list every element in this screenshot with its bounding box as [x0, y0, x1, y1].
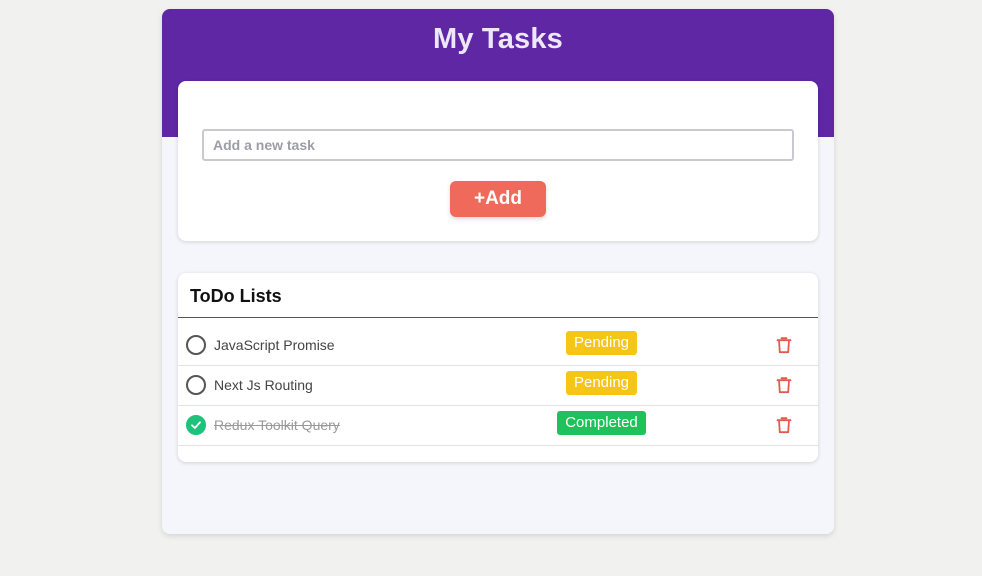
new-task-input[interactable]: [202, 129, 794, 161]
list-item: Next Js Routing Pending: [178, 365, 818, 406]
check-circle-icon[interactable]: [186, 375, 206, 395]
check-circle-icon[interactable]: [186, 415, 206, 435]
list-heading: ToDo Lists: [190, 286, 282, 306]
check-circle-icon[interactable]: [186, 335, 206, 355]
trash-icon[interactable]: [774, 415, 794, 435]
task-text: JavaScript Promise: [214, 337, 335, 353]
divider: [178, 317, 818, 318]
page-title: My Tasks: [432, 23, 564, 55]
list-item: JavaScript Promise Pending: [178, 325, 818, 366]
add-task-button[interactable]: +Add: [450, 181, 546, 217]
todo-list-card: ToDo Lists JavaScript Promise Pending Ne…: [178, 273, 818, 462]
status-badge: Pending: [565, 331, 638, 355]
trash-icon[interactable]: [774, 335, 794, 355]
task-text: Redux Toolkit Query: [214, 417, 340, 433]
trash-icon[interactable]: [774, 375, 794, 395]
add-task-card: +Add: [178, 81, 818, 241]
todo-app: My Tasks +Add ToDo Lists JavaScript Prom…: [162, 9, 834, 534]
status-badge: Completed: [557, 411, 646, 435]
list-item: Redux Toolkit Query Completed: [178, 405, 818, 446]
status-badge: Pending: [565, 371, 638, 395]
task-text: Next Js Routing: [214, 377, 313, 393]
